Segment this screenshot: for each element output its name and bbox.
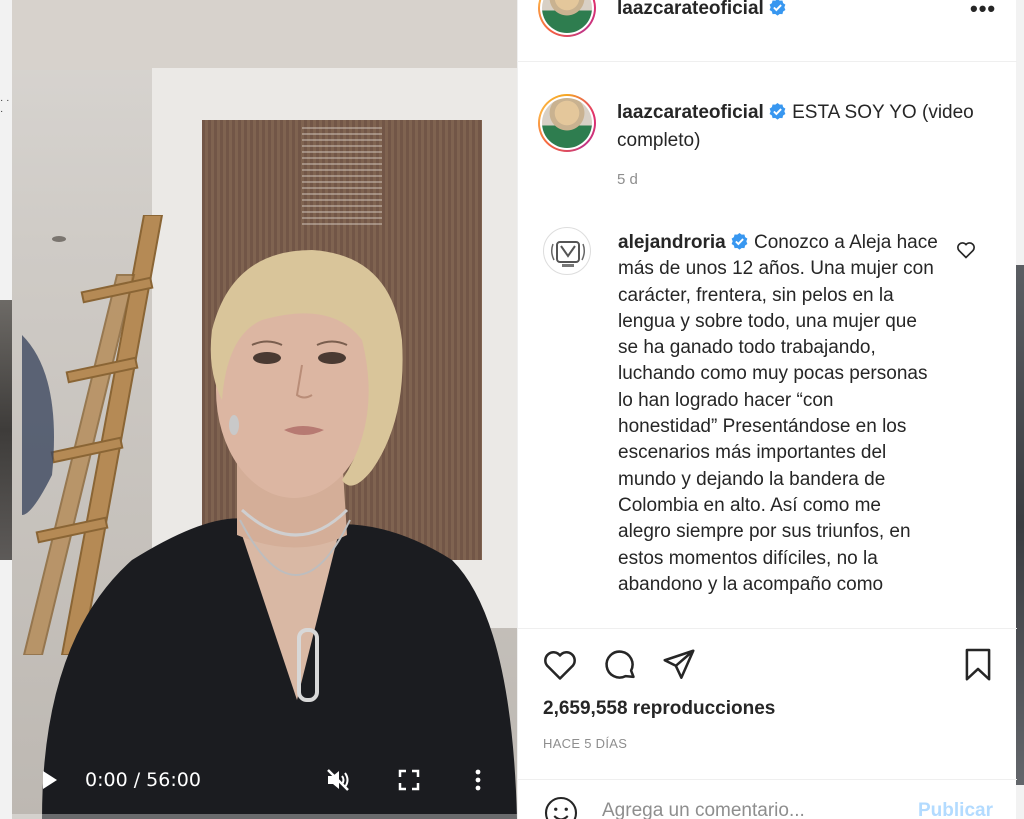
heart-icon xyxy=(544,651,576,680)
comment-input[interactable] xyxy=(602,800,902,819)
post-actions: 2,659,558 reproducciones HACE 5 DÍAS Pub… xyxy=(518,628,1017,819)
video-more-button[interactable] xyxy=(473,768,483,792)
background-thumbnail xyxy=(1016,265,1024,785)
publish-comment-button[interactable]: Publicar xyxy=(918,800,993,819)
comment-text: alejandroria Conozco a Aleja hace más de… xyxy=(618,230,938,598)
post-caption: laazcarateoficial ESTA SOY YO (video com… xyxy=(518,62,1017,212)
author-avatar[interactable] xyxy=(538,0,596,37)
comment-button[interactable] xyxy=(601,646,639,684)
save-button[interactable] xyxy=(959,646,997,684)
caption-avatar[interactable] xyxy=(538,94,596,152)
muted-speaker-icon xyxy=(327,769,349,791)
fullscreen-button[interactable] xyxy=(398,769,420,791)
like-button[interactable] xyxy=(541,646,579,684)
commenter-avatar[interactable] xyxy=(543,227,591,275)
verified-badge-icon xyxy=(769,0,786,16)
commenter-username[interactable]: alejandroria xyxy=(618,232,726,253)
post-header: laazcarateoficial ••• xyxy=(518,0,1017,62)
view-count[interactable]: 2,659,558 reproducciones xyxy=(543,698,775,720)
caption-timestamp[interactable]: 5 d xyxy=(617,171,638,188)
author-username-header[interactable]: laazcarateoficial xyxy=(617,0,787,20)
background-page-right xyxy=(1016,0,1024,819)
play-button[interactable] xyxy=(40,769,60,791)
mute-button[interactable] xyxy=(325,768,351,792)
comment-bubble-icon xyxy=(605,650,635,679)
video-person xyxy=(42,250,517,819)
post-options-button[interactable]: ••• xyxy=(970,0,996,22)
emoji-button[interactable] xyxy=(543,795,579,819)
caption-username[interactable]: laazcarateoficial xyxy=(617,102,764,123)
background-dots: · · · xyxy=(0,95,10,117)
paper-plane-icon xyxy=(663,649,695,679)
heart-icon xyxy=(957,242,975,259)
smiley-icon xyxy=(544,796,578,819)
video-player[interactable] xyxy=(12,0,517,819)
comment-body: Conozco a Aleja hace más de unos 12 años… xyxy=(618,232,938,595)
post-date[interactable]: HACE 5 DÍAS xyxy=(543,736,627,751)
video-time: 0:00 / 56:00 xyxy=(85,769,201,791)
play-icon xyxy=(43,771,57,789)
video-controls: 0:00 / 56:00 xyxy=(12,760,517,800)
comment-item: alejandroria Conozco a Aleja hace más de… xyxy=(518,210,1017,628)
share-button[interactable] xyxy=(660,646,698,684)
verified-badge-icon xyxy=(731,232,748,250)
add-comment-bar: Publicar xyxy=(518,779,1017,819)
verified-badge-icon xyxy=(769,102,786,120)
post-panel: laazcarateoficial ••• laazcarateoficial … xyxy=(517,0,1017,819)
like-comment-button[interactable] xyxy=(956,240,976,260)
bookmark-icon xyxy=(965,648,991,681)
vertical-dots-icon xyxy=(475,769,481,791)
video-progress-bar[interactable] xyxy=(12,814,517,819)
commenter-logo xyxy=(550,241,586,267)
caption-text: laazcarateoficial ESTA SOY YO (video com… xyxy=(617,99,977,155)
background-page-left: · · · xyxy=(0,0,12,819)
author-username[interactable]: laazcarateoficial xyxy=(617,0,764,19)
fullscreen-icon xyxy=(398,769,420,791)
background-thumbnail xyxy=(0,300,12,560)
